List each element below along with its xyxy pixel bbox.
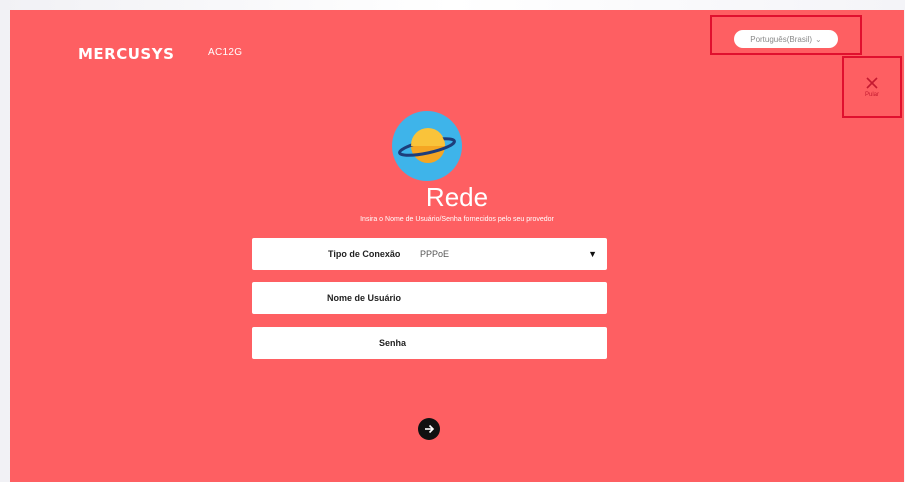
globe-icon bbox=[392, 111, 462, 181]
setup-panel: MERCUSYS AC12G Português(Brasil) ⌄ Pular… bbox=[10, 10, 904, 482]
connection-type-select[interactable]: Tipo de Conexão PPPoE ▼ bbox=[252, 238, 607, 270]
language-selector[interactable]: Português(Brasil) ⌄ bbox=[734, 30, 838, 48]
skip-button[interactable]: Pular bbox=[842, 56, 902, 118]
password-field[interactable]: Senha bbox=[252, 327, 607, 359]
chevron-down-icon: ⌄ bbox=[815, 34, 822, 44]
page: MERCUSYS AC12G Português(Brasil) ⌄ Pular… bbox=[0, 0, 905, 482]
next-button[interactable] bbox=[418, 418, 440, 440]
connection-type-label: Tipo de Conexão bbox=[328, 249, 401, 259]
close-icon bbox=[866, 77, 878, 89]
skip-label: Pular bbox=[864, 92, 879, 98]
username-field[interactable]: Nome de Usuário bbox=[252, 282, 607, 314]
arrow-right-icon bbox=[425, 424, 435, 434]
brand-logo: MERCUSYS bbox=[78, 45, 175, 63]
password-label: Senha bbox=[379, 338, 407, 348]
username-label: Nome de Usuário bbox=[327, 293, 402, 303]
page-title: Rede bbox=[425, 182, 489, 212]
dropdown-arrow-icon: ▼ bbox=[588, 249, 597, 259]
model-name: AC12G bbox=[208, 47, 243, 58]
language-label: Português(Brasil) bbox=[750, 34, 813, 44]
connection-type-value: PPPoE bbox=[420, 249, 450, 259]
page-subtitle: Insira o Nome de Usuário/Senha fornecido… bbox=[360, 216, 554, 223]
